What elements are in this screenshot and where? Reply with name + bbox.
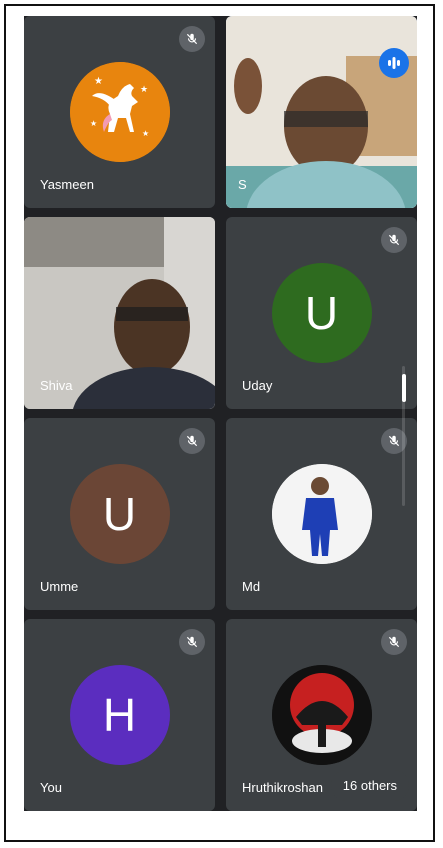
svg-text:★: ★ [94,76,103,87]
audio-level-icon [379,48,409,78]
video-feed [226,16,417,208]
muted-mic-icon [381,629,407,655]
svg-text:★: ★ [142,129,149,138]
participant-tile-umme[interactable]: U Umme [24,418,215,610]
person-photo-icon [271,464,372,564]
participant-name: You [40,780,62,795]
participant-name: Shiva [40,378,73,393]
participant-tile-md[interactable]: Md [226,418,417,610]
participant-tile-uday[interactable]: U Uday [226,217,417,409]
red-emblem-avatar [271,665,372,765]
muted-mic-icon [179,629,205,655]
participant-tile-hruthikroshan[interactable]: Hruthikroshan 16 others [226,619,417,811]
participant-tile-shiva[interactable]: Shiva [24,217,215,409]
scrollbar-thumb[interactable] [402,374,406,402]
pegasus-icon: ★ ★ ★ ★ [69,62,170,162]
person-photo-avatar [271,464,372,564]
participant-name: S [238,177,247,192]
svg-text:★: ★ [90,119,97,128]
participant-tile-yasmeen[interactable]: ★ ★ ★ ★ Yasmeen [24,16,215,208]
avatar: U [271,263,372,363]
svg-text:★: ★ [140,84,148,94]
muted-mic-icon [179,428,205,454]
participant-tile-s[interactable]: S [226,16,417,208]
meeting-grid: ★ ★ ★ ★ Yasmeen S Shiva U Uday U Umme Md… [24,16,417,811]
participant-name: Hruthikroshan [242,780,323,795]
pegasus-avatar: ★ ★ ★ ★ [69,62,170,162]
red-emblem-icon [271,665,372,765]
muted-mic-icon [381,227,407,253]
participant-tile-you[interactable]: H You [24,619,215,811]
participant-name: Yasmeen [40,177,94,192]
muted-mic-icon [179,26,205,52]
participant-name: Umme [40,579,79,594]
others-button[interactable]: 16 others [330,770,409,801]
avatar: H [69,665,170,765]
avatar: U [69,464,170,564]
participant-name: Md [242,579,261,594]
participant-name: Uday [242,378,273,393]
